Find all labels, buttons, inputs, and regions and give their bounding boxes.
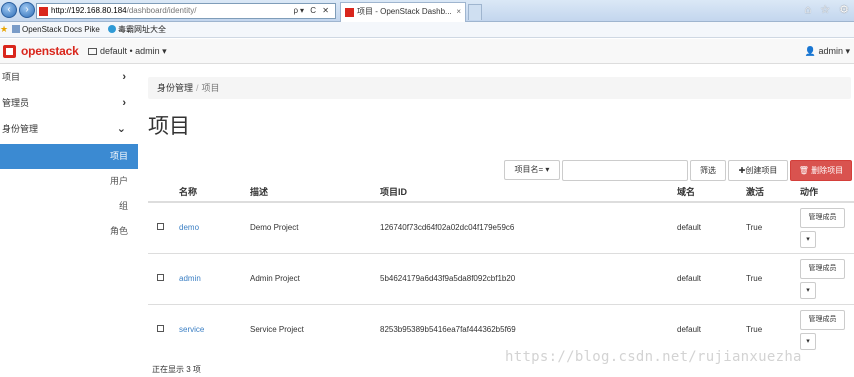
column-header-actions: 动作 [800,182,854,203]
column-header-enabled[interactable]: 激活 [746,182,800,203]
project-name-link[interactable]: admin [179,274,201,283]
table-row: service Service Project 8253b95389b5416e… [148,303,854,355]
actions-dropdown-toggle[interactable]: ▾ [800,332,816,350]
manage-members-button[interactable]: 管理成员 [800,258,845,279]
favorite-link[interactable]: 毒霸网址大全 [108,22,166,37]
sidebar-section-project[interactable]: 项目 › [0,64,138,90]
tab-close-icon[interactable]: × [456,3,461,21]
project-selector[interactable]: default • admin ▾ [88,46,167,57]
url-path: /dashboard/identity/ [126,6,197,15]
manage-members-button[interactable]: 管理成员 [800,309,845,330]
back-icon[interactable]: ‹ [1,2,17,18]
chevron-right-icon: › [122,97,126,109]
project-icon [88,48,97,55]
project-domain: default [677,201,746,253]
page-title: 项目 [148,115,190,138]
watermark: https://blog.csdn.net/rujianxuezha [505,349,802,365]
user-menu-label: admin ▾ [818,46,850,56]
app-logo-text[interactable]: openstack [21,44,79,58]
table-row: admin Admin Project 5b4624179a6d43f9a5da… [148,252,854,304]
forward-icon[interactable]: › [19,2,35,18]
actions-dropdown-toggle[interactable]: ▾ [800,230,816,248]
table-header-row: 名称 描述 项目ID 域名 激活 动作 [148,182,854,203]
sidebar-item-roles[interactable]: 角色 [0,219,138,244]
header-select [148,182,179,203]
page-icon [12,25,20,33]
project-description: Service Project [250,303,380,355]
breadcrumb-separator: / [196,83,199,93]
project-enabled: True [746,303,800,355]
sidebar-section-identity[interactable]: 身份管理 ⌄ [0,116,138,142]
sidebar-section-label: 项目 [2,72,21,82]
user-icon: 👤 [804,46,816,56]
new-tab-button[interactable] [468,4,482,20]
address-bar[interactable]: http://192.168.80.184/dashboard/identity… [36,3,336,19]
sidebar-section-label: 管理员 [2,98,30,108]
filter-field-select[interactable]: 项目名= ▾ [504,160,560,180]
sidebar-item-projects[interactable]: 项目 [0,144,138,169]
sidebar-section-label: 身份管理 [2,124,39,134]
create-project-button[interactable]: ✚创建项目 [728,160,788,181]
chevron-down-icon: ⌄ [116,123,126,135]
project-description: Admin Project [250,252,380,304]
project-enabled: True [746,252,800,304]
breadcrumb-current: 项目 [201,83,220,93]
filter-input[interactable] [562,160,688,181]
address-tools-icons[interactable]: ρ▾ C ✕ [294,4,332,18]
breadcrumb: 身份管理 / 项目 [148,77,851,99]
tab-favicon [345,8,354,17]
favorite-link-label: OpenStack Docs Pike [22,25,100,34]
row-checkbox[interactable] [157,274,164,281]
favorite-link-label: 毒霸网址大全 [118,25,166,34]
browser-toolbar: ‹ › http://192.168.80.184/dashboard/iden… [0,0,854,22]
user-menu[interactable]: 👤 admin ▾ [805,46,850,57]
site-favicon [39,7,48,16]
project-id: 8253b95389b5416ea7faf444362b5f69 [380,303,677,355]
breadcrumb-parent[interactable]: 身份管理 [157,83,193,93]
project-enabled: True [746,201,800,253]
column-header-domain[interactable]: 域名 [677,182,746,203]
sidebar-section-admin[interactable]: 管理员 › [0,90,138,116]
sidebar-item-users[interactable]: 用户 [0,169,138,194]
app-header: openstack default • admin ▾ 👤 admin ▾ [0,39,854,64]
project-selector-label: default • admin ▾ [100,46,167,56]
sidebar-item-groups[interactable]: 组 [0,194,138,219]
project-description: Demo Project [250,201,380,253]
tab-title: 项目 - OpenStack Dashb... [357,7,452,16]
delete-project-button[interactable]: 🗑 删除项目 [790,160,852,181]
manage-members-button[interactable]: 管理成员 [800,207,845,228]
row-checkbox[interactable] [157,223,164,231]
filter-button[interactable]: 筛选 [690,160,726,181]
project-name-link[interactable]: service [179,325,204,334]
project-domain: default [677,252,746,304]
url-host: http://192.168.80.184 [51,6,127,15]
browser-toolbar-icons[interactable]: ⌂ ☆ ⚙ [805,3,852,16]
column-header-name[interactable]: 名称 [179,182,250,203]
table-row: demo Demo Project 126740f73cd64f02a02dc0… [148,201,854,253]
row-checkbox[interactable] [157,325,164,333]
favorites-star-icon[interactable]: ★ [0,22,8,37]
ie-icon [108,25,116,33]
chevron-right-icon: › [122,71,126,83]
column-header-description[interactable]: 描述 [250,182,380,203]
project-id: 126740f73cd64f02a02dc04f179e59c6 [380,201,677,253]
project-domain: default [677,303,746,355]
favorites-bar: ★ OpenStack Docs Pike 毒霸网址大全 [0,22,854,38]
project-name-link[interactable]: demo [179,223,199,232]
browser-tab[interactable]: 项目 - OpenStack Dashb... × [340,2,466,22]
item-count: 正在显示 3 项 [152,365,201,374]
projects-table: 名称 描述 项目ID 域名 激活 动作 demo Demo Project 12… [148,182,854,355]
openstack-logo-icon[interactable] [3,45,16,58]
favorite-link[interactable]: OpenStack Docs Pike [12,22,100,37]
actions-dropdown-toggle[interactable]: ▾ [800,281,816,299]
project-id: 5b4624179a6d43f9a5da8f092cbf1b20 [380,252,677,304]
sidebar: 项目 › 管理员 › 身份管理 ⌄ 项目 用户 组 角色 [0,64,138,377]
column-header-project-id[interactable]: 项目ID [380,182,677,203]
